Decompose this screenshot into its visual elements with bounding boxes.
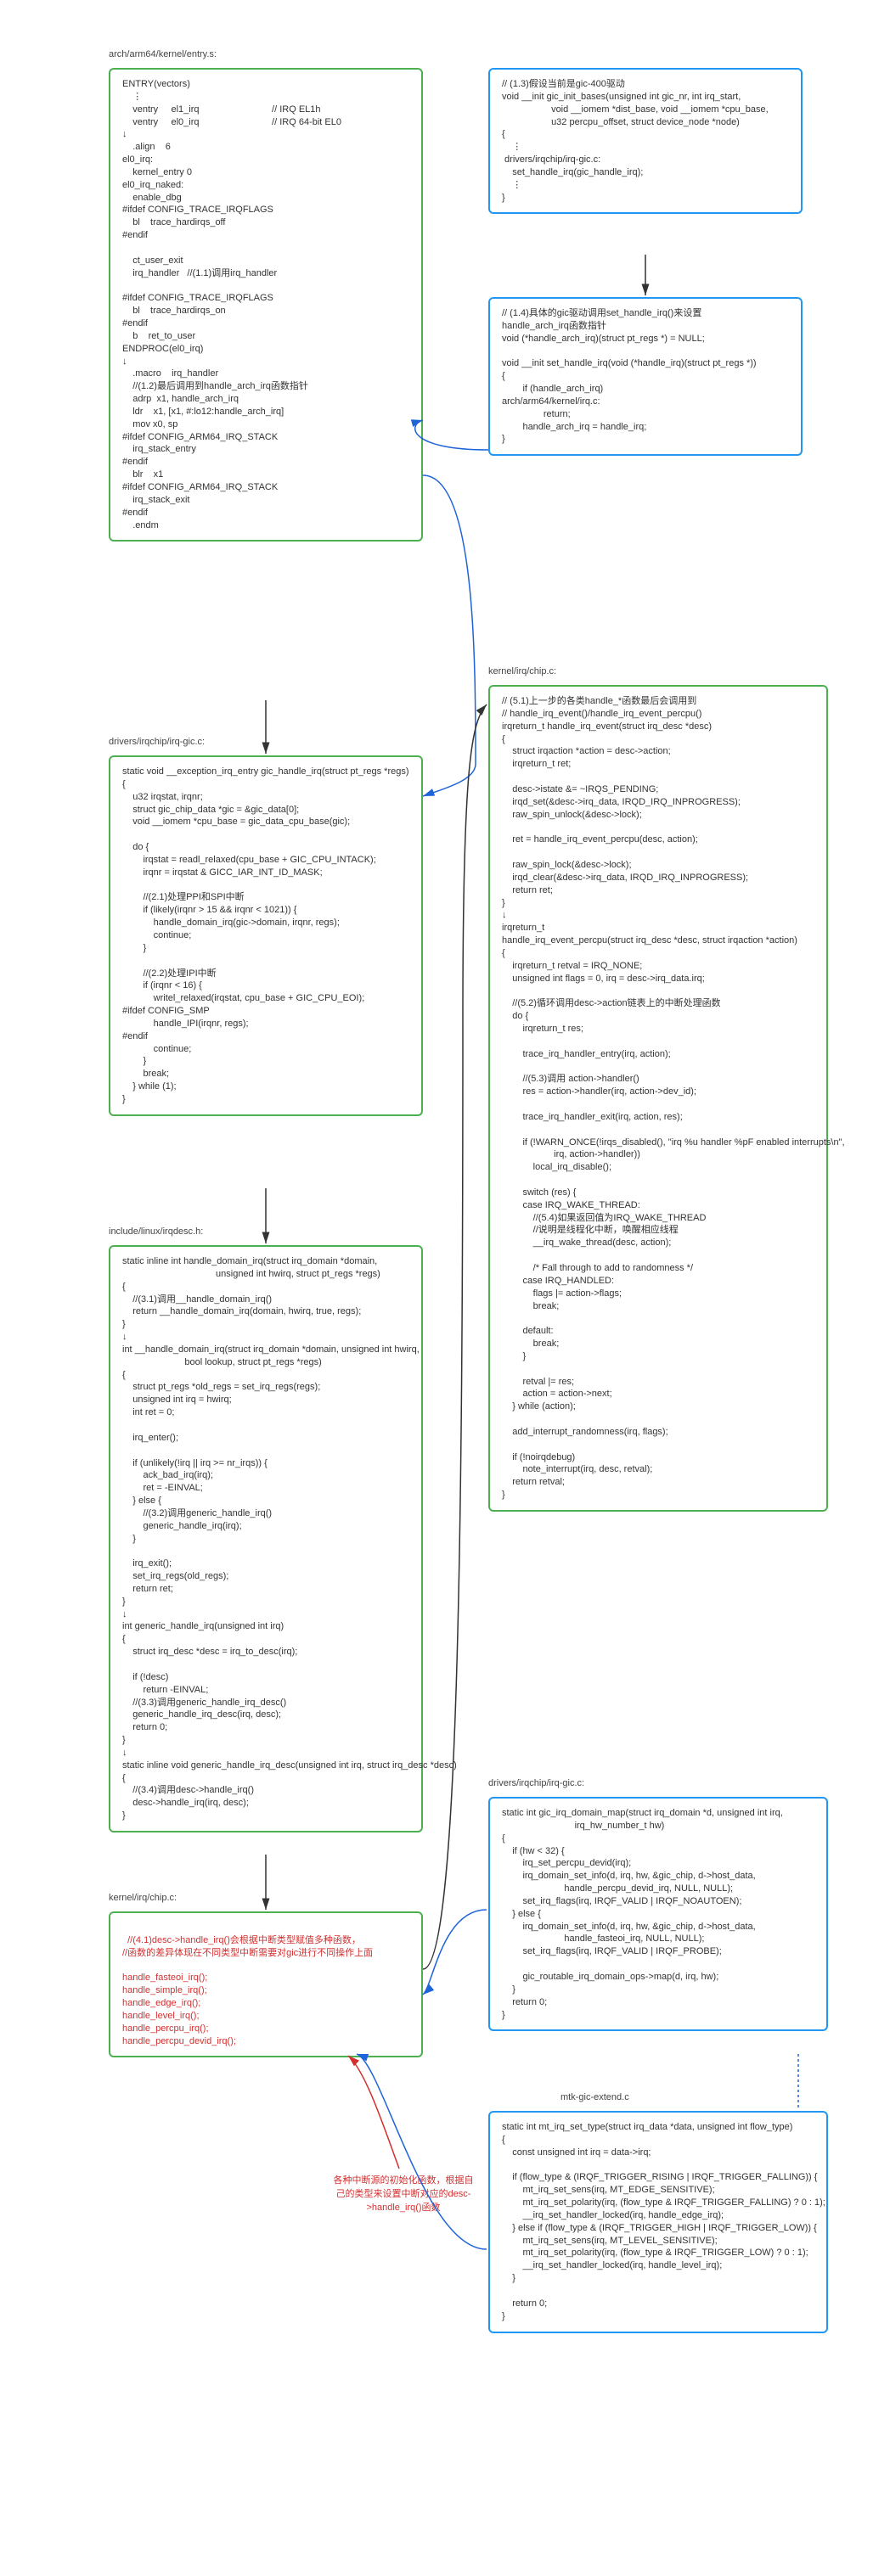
box-mtk-ext: static int mt_irq_set_type(struct irq_da… — [488, 2111, 828, 2333]
file-label-chip1: kernel/irq/chip.c: — [109, 1893, 177, 1903]
box-gic-init: // (1.3)假设当前是gic-400驱动 void __init gic_i… — [488, 68, 803, 214]
chip-red2: handle_fasteoi_irq(); handle_simple_irq(… — [122, 1973, 236, 2046]
annot-desc-handle: 各种中断源的初始化函数，根据自己的类型来设置中断对应的desc->handle_… — [331, 2173, 476, 2214]
file-label-gic2: drivers/irqchip/irq-gic.c: — [488, 1778, 584, 1788]
file-label-mtk: mtk-gic-extend.c — [560, 2092, 629, 2102]
box-gic-handle: static void __exception_irq_entry gic_ha… — [109, 755, 423, 1116]
file-label-entry: arch/arm64/kernel/entry.s: — [109, 49, 217, 59]
box-chip-event: // (5.1)上一步的各类handle_*函数最后会调用到 // handle… — [488, 685, 828, 1512]
box-chip-handlers: //(4.1)desc->handle_irq()会根据中断类型赋值多种函数， … — [109, 1911, 423, 2057]
file-label-gic1: drivers/irqchip/irq-gic.c: — [109, 737, 205, 747]
box-irqdesc: static inline int handle_domain_irq(stru… — [109, 1245, 423, 1832]
box-set-handle: // (1.4)具体的gic驱动调用set_handle_irq()来设置 ha… — [488, 297, 803, 456]
file-label-chip2: kernel/irq/chip.c: — [488, 666, 556, 676]
box-entry-s: ENTRY(vectors) ⋮ ventry el1_irq // IRQ E… — [109, 68, 423, 542]
box-gic-map: static int gic_irq_domain_map(struct irq… — [488, 1797, 828, 2031]
chip-red1: //(4.1)desc->handle_irq()会根据中断类型赋值多种函数， … — [122, 1935, 373, 1958]
file-label-irqdesc: include/linux/irqdesc.h: — [109, 1226, 203, 1237]
